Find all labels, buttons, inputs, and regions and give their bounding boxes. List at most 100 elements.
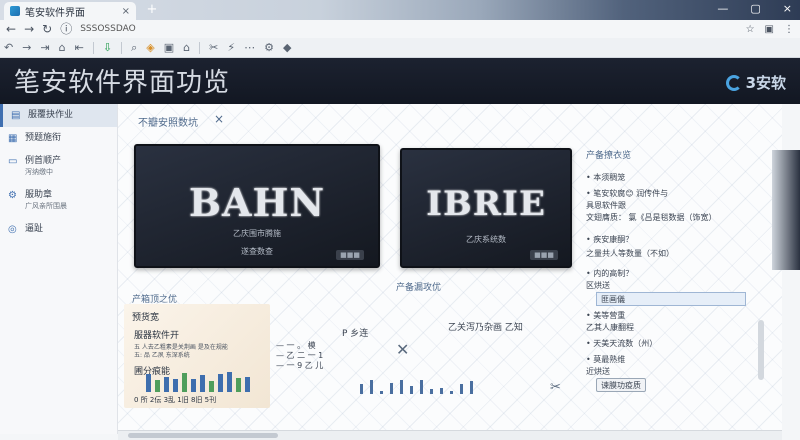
- preview-thumbnail[interactable]: 预货宽 服器软件开 五 人去乙粗素是关荆画 是及在规能 五: 品 乙夙 东深系统…: [124, 304, 270, 408]
- tab-close-icon[interactable]: ×: [122, 6, 130, 17]
- toolbar-house-icon[interactable]: ⌂: [183, 41, 190, 54]
- sidebar: ▤ 服覆抉作业 ▦ 预题施衔 ▭ 例首顺产 泻纳缴中 ⚙ 服助章广风亲所围晨 ◎ …: [0, 104, 118, 434]
- sidebar-item-help[interactable]: ⚙ 服助章广风亲所围晨: [0, 184, 117, 218]
- sidebar-item-label: 服助章 广风亲所围晨: [25, 190, 67, 212]
- middle-section-title: 产备漏攻优: [396, 283, 442, 293]
- scrollbar-thumb[interactable]: [128, 433, 278, 438]
- maximize-button[interactable]: ▢: [750, 2, 760, 15]
- sparkle-icon: ✕: [396, 340, 410, 359]
- toolbar-more-icon[interactable]: ⋯: [244, 41, 255, 54]
- site-info-icon[interactable]: ⓘ: [60, 23, 72, 35]
- app-banner: 笔安软件界面功览 3安软: [0, 58, 800, 104]
- brand-logo: 3安软: [725, 72, 786, 93]
- bar-mark: [390, 383, 393, 394]
- section-title: 不瓣安照数坑: [138, 118, 198, 129]
- circle-check-icon: ◎: [8, 224, 17, 235]
- card-tag: ■■■: [336, 250, 364, 260]
- preview-heading: 预货宽: [132, 313, 160, 323]
- preview-bars: [146, 372, 250, 392]
- bar-mark: [380, 391, 383, 394]
- bar-mark: [146, 374, 151, 392]
- feature-row: • 笔安软腐😊 润传件与: [586, 189, 669, 198]
- feature-row: 之量共人等数量（不如）: [586, 249, 674, 258]
- app-favicon-icon: [10, 6, 20, 16]
- preview-card-ibrie[interactable]: IBRIE 乙庆系统数 ■■■: [400, 148, 572, 268]
- toolbar-tag-icon[interactable]: ◈: [146, 41, 154, 54]
- bar-mark: [410, 386, 413, 394]
- sidebar-item-preview[interactable]: ▦ 预题施衔: [0, 127, 117, 150]
- main-content: 不瓣安照数坑 × BAHN 乙庆围市腾施 遂查数查 ■■■ IBRIE 乙庆系统…: [118, 104, 782, 430]
- feature-row: • 天美天流数（州）: [586, 339, 658, 348]
- preview-subheading: 服器软件开: [134, 331, 180, 341]
- sidebar-item-sub: 广风亲所围晨: [25, 202, 67, 210]
- toolbar-home-icon[interactable]: ⌂: [59, 41, 66, 54]
- toolbar-undo-icon[interactable]: ↶: [4, 41, 13, 54]
- feature-panel: 产备撩衣览 • 本须稠笼 • 笔安软腐😊 润传件与 具恩软件跟 文翅膺质： 氯《…: [586, 138, 756, 428]
- toolbar-scissors-icon[interactable]: ✂: [209, 41, 218, 54]
- tab-strip: 笔安软件界面 × + — ▢ ×: [0, 0, 800, 20]
- feature-input[interactable]: 匪画儀: [596, 292, 746, 306]
- minimize-button[interactable]: —: [717, 2, 728, 15]
- toolbar-back-icon[interactable]: ⇤: [75, 41, 84, 54]
- bar-mark: [164, 377, 169, 392]
- refresh-icon[interactable]: ↻: [42, 23, 52, 35]
- page-title: 笔安软件界面功览: [14, 68, 231, 98]
- middle-center-label: P 乡连: [342, 329, 369, 339]
- logo-text: 3安软: [745, 74, 786, 92]
- bar-mark: [209, 381, 214, 392]
- gear-icon: ⚙: [8, 190, 17, 201]
- back-icon[interactable]: ←: [6, 23, 16, 35]
- close-window-button[interactable]: ×: [783, 2, 792, 15]
- toolbar-forward-icon[interactable]: →: [22, 41, 31, 54]
- card-big-text: IBRIE: [426, 184, 546, 224]
- url-field[interactable]: SSSOSSDAO: [80, 22, 158, 36]
- browser-tab[interactable]: 笔安软件界面 ×: [4, 2, 136, 20]
- menu-icon[interactable]: ⋮: [784, 24, 794, 35]
- toolbar-lightning-icon[interactable]: ⚡: [227, 41, 235, 54]
- toolbar-download-icon[interactable]: ⇩: [103, 41, 112, 54]
- bookmark-star-icon[interactable]: ☆: [746, 24, 755, 35]
- section-close-icon[interactable]: ×: [214, 112, 224, 126]
- bar-mark: [200, 375, 205, 392]
- next-card-peek[interactable]: [772, 150, 800, 270]
- horizontal-scrollbar[interactable]: [118, 430, 782, 440]
- feature-row: 区烘送: [586, 281, 610, 290]
- bar-mark: [360, 384, 363, 394]
- bar-mark: [173, 379, 178, 392]
- scissors-icon[interactable]: ✂: [550, 380, 561, 395]
- toolbar-window-icon[interactable]: ▣: [164, 41, 174, 54]
- preview-line: 五: 品 乙夙 东深系统: [134, 352, 190, 359]
- card-tag: ■■■: [530, 250, 558, 260]
- window-controls: — ▢ ×: [717, 2, 792, 15]
- logo-ring-icon: [725, 74, 742, 91]
- bar-mark: [236, 378, 241, 392]
- toolbar-cube-icon[interactable]: ◆: [283, 41, 291, 54]
- feature-row: • 内的高制？: [586, 269, 634, 278]
- middle-line: — 一 9 乙 儿: [276, 361, 324, 370]
- browser-window: 笔安软件界面 × + — ▢ × ← → ↻ ⓘ SSSOSSDAO ☆ ▣ ⋮…: [0, 0, 800, 440]
- bar-mark: [218, 374, 223, 392]
- extensions-icon[interactable]: ▣: [765, 24, 774, 35]
- waveform-strip: [360, 380, 473, 394]
- new-tab-button[interactable]: +: [145, 3, 159, 17]
- toolbar-search-icon[interactable]: ⌕: [131, 41, 137, 55]
- toolbar-next-icon[interactable]: ⇥: [40, 41, 49, 54]
- sidebar-item-settings[interactable]: ◎ 逼趾: [0, 218, 117, 241]
- toolbar-divider: [92, 41, 94, 54]
- sidebar-item-overview[interactable]: ▤ 服覆抉作业: [0, 104, 117, 127]
- app-toolbar: ↶ → ⇥ ⌂ ⇤ ⇩ ⌕ ◈ ▣ ⌂ ✂ ⚡ ⋯ ⚙ ◆: [0, 38, 800, 58]
- bar-mark: [450, 391, 453, 394]
- toolbar-settings-icon[interactable]: ⚙: [264, 41, 274, 54]
- preview-ticks: 0 所 2伝 3乱 1旧 8旧 5刊: [134, 396, 217, 404]
- preview-card-bahn[interactable]: BAHN 乙庆围市腾施 遂查数查 ■■■: [134, 144, 380, 268]
- card-caption: 乙庆系统数: [466, 235, 506, 244]
- feature-action-button[interactable]: 谏膜功疫质: [596, 378, 646, 392]
- sidebar-item-title: 服助章: [25, 190, 53, 200]
- sidebar-item-examples[interactable]: ▭ 例首顺产 泻纳缴中: [0, 150, 117, 184]
- forward-icon[interactable]: →: [24, 23, 34, 35]
- bar-mark: [460, 384, 463, 394]
- feature-row: 具恩软件跟: [586, 201, 626, 210]
- address-bar-actions: ☆ ▣ ⋮: [746, 24, 794, 35]
- middle-text: 乙关泻乃杂画 乙知: [448, 323, 523, 333]
- vertical-scrollbar[interactable]: [758, 320, 764, 380]
